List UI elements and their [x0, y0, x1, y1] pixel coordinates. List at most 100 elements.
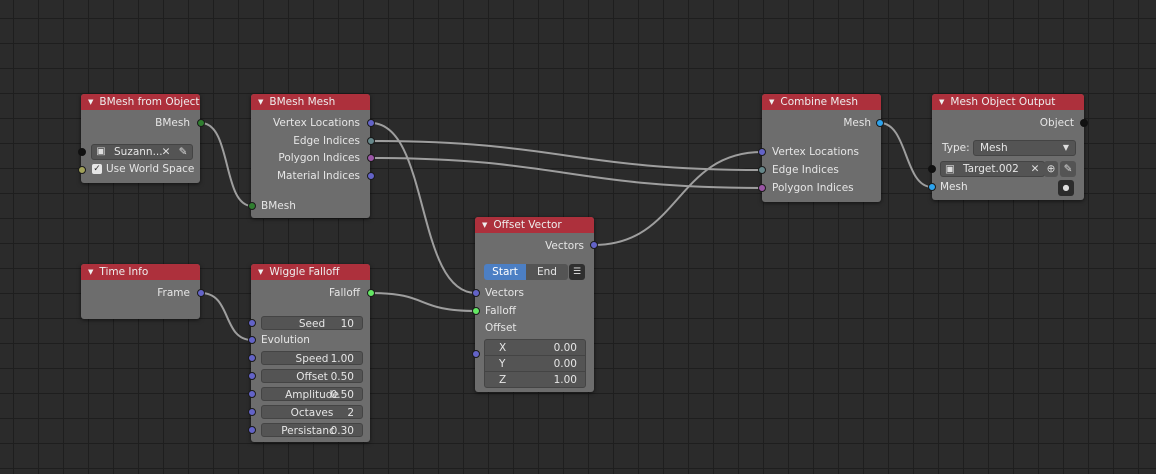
socket-evolution-in[interactable] [248, 336, 256, 344]
socket-polygon-indices-in[interactable] [758, 184, 766, 192]
offset-label: Offset [485, 322, 517, 334]
offset-z-field[interactable]: Z 1.00 [484, 371, 586, 388]
socket-vectors-in[interactable] [472, 289, 480, 297]
socket-falloff-out[interactable] [367, 289, 375, 297]
socket-vertex-locations-out[interactable] [367, 119, 375, 127]
node-title: Mesh Object Output [950, 96, 1056, 108]
link-vertex-to-offset [370, 122, 477, 294]
material-indices-label: Material Indices [276, 170, 360, 182]
socket-target-in[interactable] [928, 165, 936, 173]
link-mesh-output [879, 122, 933, 188]
node-offset-vector[interactable]: ▼ Offset Vector Vectors Start End ☰ Vecto… [475, 217, 594, 392]
node-header[interactable]: ▼ Offset Vector [475, 217, 594, 233]
node-time-info[interactable]: ▼ Time Info Frame [81, 264, 200, 319]
node-combine-mesh[interactable]: ▼ Combine Mesh Mesh Vertex Locations Edge… [762, 94, 881, 202]
collapse-triangle-icon[interactable]: ▼ [258, 268, 263, 276]
amplitude-field[interactable]: Amplitude 0.50 [261, 387, 363, 401]
speed-field[interactable]: Speed 1.00 [261, 351, 363, 365]
socket-polygon-indices-out[interactable] [367, 154, 375, 162]
node-title: Time Info [99, 266, 149, 278]
socket-offset-in[interactable] [472, 350, 480, 358]
seed-value: 10 [340, 318, 354, 330]
socket-edge-indices-out[interactable] [367, 137, 375, 145]
node-header[interactable]: ▼ Time Info [81, 264, 200, 280]
clear-x-icon[interactable]: ✕ [1029, 162, 1041, 176]
collapse-triangle-icon[interactable]: ▼ [258, 98, 263, 106]
offset-x-field[interactable]: X 0.00 [484, 339, 586, 356]
socket-object-in[interactable] [78, 148, 86, 156]
collapse-triangle-icon[interactable]: ▼ [769, 98, 774, 106]
clear-x-icon[interactable]: ✕ [160, 145, 172, 159]
object-icon: ▣ [945, 163, 955, 175]
socket-material-indices-out[interactable] [367, 172, 375, 180]
socket-object-out[interactable] [1080, 119, 1088, 127]
collapse-triangle-icon[interactable]: ▼ [939, 98, 944, 106]
node-bmesh-mesh[interactable]: ▼ BMesh Mesh Vertex Locations Edge Indice… [251, 94, 370, 218]
socket-bmesh-in[interactable] [248, 202, 256, 210]
polygon-indices-input-label: Polygon Indices [772, 182, 854, 194]
node-title: Wiggle Falloff [269, 266, 340, 278]
type-label: Type: [942, 142, 970, 154]
socket-edge-indices-in[interactable] [758, 166, 766, 174]
node-header[interactable]: ▼ Wiggle Falloff [251, 264, 370, 280]
falloff-output-label: Falloff [328, 287, 360, 299]
socket-falloff-in[interactable] [472, 307, 480, 315]
socket-speed-in[interactable] [248, 354, 256, 362]
type-dropdown[interactable]: Mesh ▼ [973, 140, 1076, 156]
octaves-field[interactable]: Octaves 2 [261, 405, 363, 419]
collapse-triangle-icon[interactable]: ▼ [88, 98, 93, 106]
socket-vectors-out[interactable] [590, 241, 598, 249]
link-frame-evolution [200, 292, 253, 341]
node-header[interactable]: ▼ BMesh from Object [81, 94, 200, 110]
evolution-label: Evolution [261, 334, 310, 346]
node-header[interactable]: ▼ Mesh Object Output [932, 94, 1084, 110]
eyedropper-icon[interactable]: ✎ [1060, 161, 1076, 177]
eyedropper-icon[interactable]: ✎ [176, 145, 190, 159]
socket-vertex-locations-in[interactable] [758, 148, 766, 156]
node-header[interactable]: ▼ Combine Mesh [762, 94, 881, 110]
persistance-field[interactable]: Persistanc 0.30 [261, 423, 363, 437]
socket-mesh-in[interactable] [928, 183, 936, 191]
node-title: Offset Vector [493, 219, 562, 231]
vertex-locations-input-label: Vertex Locations [772, 146, 859, 158]
link-vectors-combine [593, 151, 763, 246]
link-edge-indices [370, 140, 763, 171]
node-title: BMesh Mesh [269, 96, 336, 108]
octaves-value: 2 [347, 407, 354, 419]
vertex-locations-label: Vertex Locations [273, 117, 360, 129]
socket-seed-in[interactable] [248, 319, 256, 327]
falloff-input-label: Falloff [485, 305, 517, 317]
target-object-field[interactable]: ▣ Target.002 ✕ [940, 161, 1045, 177]
seed-field[interactable]: Seed 10 [261, 316, 363, 330]
node-title: BMesh from Object [99, 96, 200, 108]
collapse-triangle-icon[interactable]: ▼ [88, 268, 93, 276]
node-mesh-object-output[interactable]: ▼ Mesh Object Output Object Type: Mesh ▼ … [932, 94, 1084, 200]
persistance-value: 0.30 [330, 425, 354, 437]
socket-bmesh-out[interactable] [197, 119, 205, 127]
socket-mesh-out[interactable] [876, 119, 884, 127]
use-world-space-checkbox[interactable]: ✓ [92, 164, 102, 174]
socket-world-space-in[interactable] [78, 166, 86, 174]
offset-y-field[interactable]: Y 0.00 [484, 355, 586, 372]
object-selector[interactable]: ▣ Suzann... ✕ ✎ [91, 144, 193, 160]
add-plus-icon[interactable]: ⊕ [1044, 161, 1058, 177]
dot-toggle-icon[interactable]: ● [1058, 180, 1074, 196]
polygon-indices-label: Polygon Indices [278, 152, 360, 164]
node-wiggle-falloff[interactable]: ▼ Wiggle Falloff Falloff Seed 10 Evolutio… [251, 264, 370, 442]
socket-amplitude-in[interactable] [248, 390, 256, 398]
frame-label: Frame [157, 287, 190, 299]
list-order-icon[interactable]: ☰ [569, 264, 585, 280]
start-toggle[interactable]: Start [484, 264, 526, 280]
node-bmesh-from-object[interactable]: ▼ BMesh from Object BMesh ▣ Suzann... ✕ ✎… [81, 94, 200, 183]
socket-octaves-in[interactable] [248, 408, 256, 416]
end-toggle[interactable]: End [526, 264, 568, 280]
socket-persistance-in[interactable] [248, 426, 256, 434]
collapse-triangle-icon[interactable]: ▼ [482, 221, 487, 229]
mesh-output-label: Mesh [843, 117, 871, 129]
vectors-input-label: Vectors [485, 287, 524, 299]
offset-field[interactable]: Offset 0.50 [261, 369, 363, 383]
object-icon: ▣ [96, 146, 106, 157]
socket-offset-in[interactable] [248, 372, 256, 380]
socket-frame-out[interactable] [197, 289, 205, 297]
node-header[interactable]: ▼ BMesh Mesh [251, 94, 370, 110]
